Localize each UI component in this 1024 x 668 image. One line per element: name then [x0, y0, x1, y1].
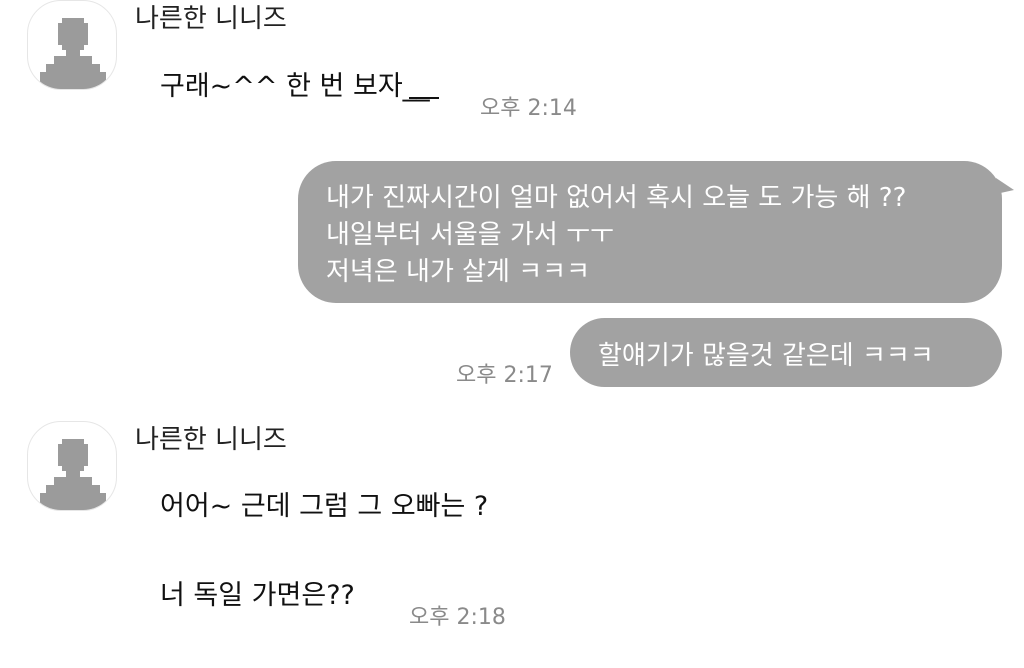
sender-name: 나른한 니니즈 — [135, 425, 287, 455]
profile-avatar[interactable] — [27, 0, 117, 90]
outgoing-message-bubble[interactable]: 내가 진짜시간이 얼마 없어서 혹시 오늘 도 가능 해 ?? 내일부터 서울을… — [298, 161, 1002, 303]
message-timestamp: 오후 2:17 — [456, 363, 553, 388]
chat-room: 나른한 니니즈 구래~^^ 한 번 보자__ 오후 2:14 내가 진짜시간이 … — [0, 0, 1024, 668]
profile-avatar[interactable] — [27, 421, 117, 511]
bubble-tail — [996, 178, 1014, 194]
message-underline — [409, 97, 439, 99]
message-text[interactable]: 구래~^^ 한 번 보자__ — [160, 73, 430, 100]
message-timestamp: 오후 2:18 — [409, 605, 506, 630]
profile-silhouette-icon — [40, 439, 106, 510]
message-text-line: 저녁은 내가 살게 ㅋㅋㅋ — [326, 257, 590, 287]
message-text-line: 할얘기가 많을것 같은데 ㅋㅋㅋ — [598, 341, 934, 371]
message-text[interactable]: 어어~ 근데 그럼 그 오빠는 ? — [160, 493, 488, 520]
message-text[interactable]: 너 독일 가면은?? — [160, 582, 355, 609]
message-text-line: 내일부터 서울을 가서 ㅜㅜ — [326, 220, 614, 250]
message-text-line: 내가 진짜시간이 얼마 없어서 혹시 오늘 도 가능 해 ?? — [326, 183, 907, 213]
outgoing-message-bubble[interactable]: 할얘기가 많을것 같은데 ㅋㅋㅋ — [570, 318, 1002, 387]
profile-silhouette-icon — [40, 18, 106, 89]
message-timestamp: 오후 2:14 — [480, 96, 577, 121]
sender-name: 나른한 니니즈 — [135, 4, 287, 34]
